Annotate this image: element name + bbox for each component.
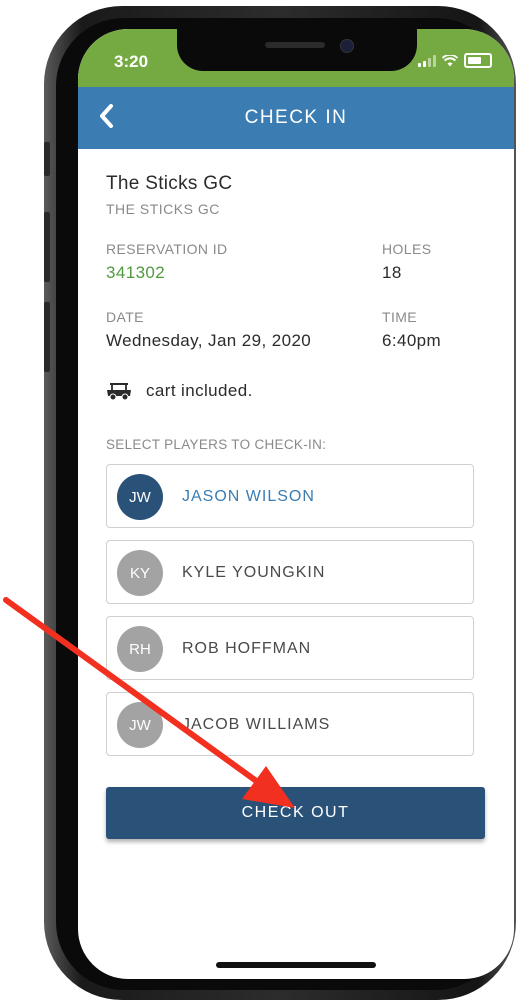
course-subtitle: THE STICKS GC	[106, 201, 220, 217]
player-row-jacob-williams[interactable]: JW JACOB WILLIAMS	[106, 692, 474, 756]
avatar: RH	[117, 626, 163, 672]
time-label: TIME	[382, 309, 418, 325]
volume-up-button	[44, 212, 50, 282]
status-icons	[418, 53, 492, 68]
time-value: 6:40pm	[382, 331, 442, 350]
holes-value: 18	[382, 263, 402, 282]
nav-bar: CHECK IN	[78, 87, 514, 149]
player-name: KYLE YOUNGKIN	[182, 564, 326, 581]
golf-cart-icon	[107, 383, 131, 401]
player-row-kyle-youngkin[interactable]: KY KYLE YOUNGKIN	[106, 540, 474, 604]
date-value: Wednesday, Jan 29, 2020	[106, 331, 312, 350]
speaker-grille	[265, 42, 325, 48]
mute-switch	[44, 142, 50, 176]
front-camera	[340, 39, 354, 53]
player-name: JACOB WILLIAMS	[182, 716, 331, 733]
avatar: JW	[117, 702, 163, 748]
player-name: JASON WILSON	[182, 488, 315, 505]
player-row-jason-wilson[interactable]: JW JASON WILSON	[106, 464, 474, 528]
course-name: The Sticks GC	[106, 173, 233, 194]
holes-label: HOLES	[382, 241, 432, 257]
reservation-id-value: 341302	[106, 263, 166, 282]
cart-info: cart included.	[106, 381, 486, 401]
player-name: ROB HOFFMAN	[182, 640, 312, 657]
cart-text: cart included.	[146, 381, 253, 400]
reservation-details: The Sticks GC THE STICKS GC RESERVATION …	[106, 149, 486, 768]
wifi-icon	[442, 54, 458, 66]
battery-icon	[464, 53, 492, 68]
page-title: CHECK IN	[244, 107, 348, 128]
check-out-button[interactable]: CHECK OUT	[106, 787, 485, 839]
reservation-id-label: RESERVATION ID	[106, 241, 228, 257]
avatar: JW	[117, 474, 163, 520]
player-row-rob-hoffman[interactable]: RH ROB HOFFMAN	[106, 616, 474, 680]
select-players-label: SELECT PLAYERS TO CHECK-IN:	[106, 437, 327, 452]
notch	[177, 29, 417, 71]
reservation-row: RESERVATION ID 341302 HOLES 18	[106, 241, 486, 301]
player-list: JW JASON WILSON KY KYLE YOUNGKIN RH ROB …	[106, 464, 486, 756]
home-indicator	[216, 962, 376, 968]
date-label: DATE	[106, 309, 144, 325]
status-time: 3:20	[114, 52, 149, 71]
phone-screen: 3:20 CHECK IN The Sticks GC THE STICKS G…	[78, 29, 514, 979]
date-time-row: DATE Wednesday, Jan 29, 2020 TIME 6:40pm	[106, 309, 486, 369]
signal-icon	[418, 54, 436, 67]
volume-down-button	[44, 302, 50, 372]
avatar: KY	[117, 550, 163, 596]
